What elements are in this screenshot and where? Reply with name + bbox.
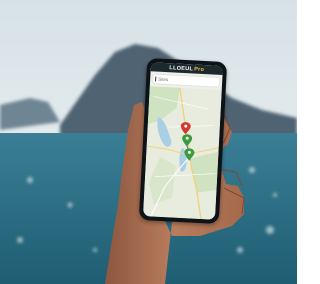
app-name: LLOEUL: [169, 64, 194, 72]
map-view[interactable]: [143, 86, 222, 220]
menu-icon[interactable]: [155, 76, 157, 82]
smartphone: LLOEUL Pro Sites: [138, 58, 228, 224]
app-title-bar: LLOEUL Pro: [150, 62, 223, 75]
search-label: Sites: [158, 76, 169, 83]
app-name-suffix: Pro: [193, 65, 205, 73]
search-bar[interactable]: Sites: [152, 74, 220, 87]
phone-screen: LLOEUL Pro Sites: [143, 62, 223, 220]
